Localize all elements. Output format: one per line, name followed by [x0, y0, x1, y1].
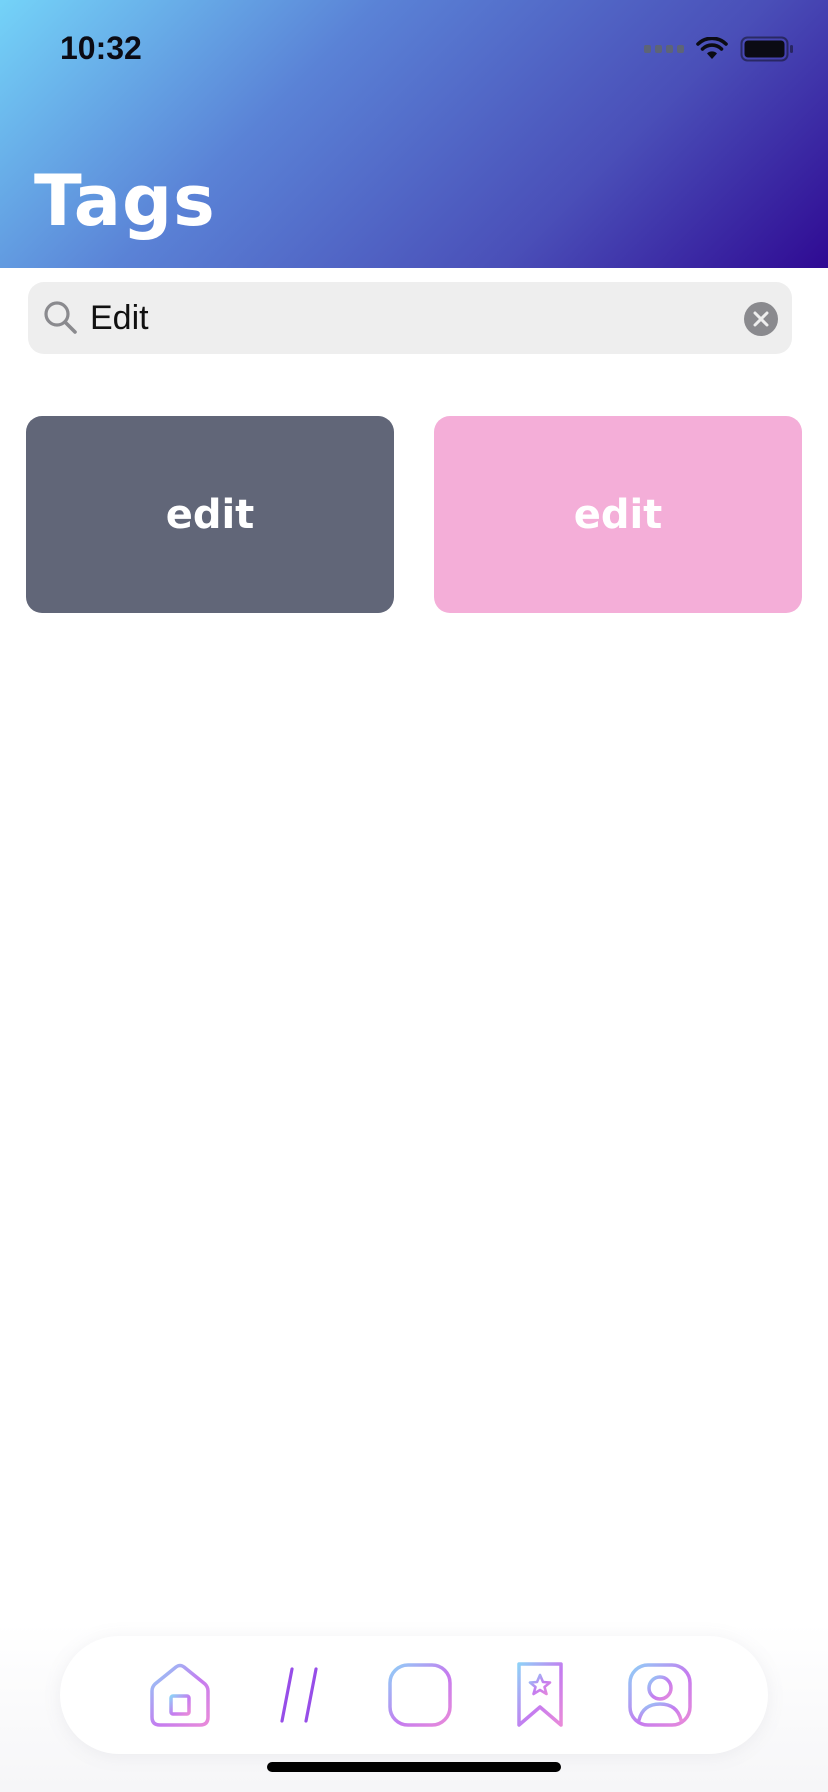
home-icon — [150, 1663, 210, 1727]
search-bar[interactable] — [28, 282, 792, 354]
tab-bar — [60, 1636, 768, 1754]
profile-icon — [628, 1663, 692, 1727]
bookmark-star-icon — [517, 1662, 563, 1727]
close-icon — [753, 311, 769, 327]
wifi-icon — [696, 37, 728, 59]
home-indicator — [267, 1762, 561, 1772]
search-icon — [44, 301, 77, 334]
battery-icon — [740, 36, 793, 62]
search-input[interactable] — [90, 282, 730, 354]
header: 10:32 Tags — [0, 0, 828, 268]
tab-home[interactable] — [140, 1655, 220, 1735]
tab-tags[interactable] — [260, 1655, 340, 1735]
tab-add[interactable] — [380, 1655, 460, 1735]
status-time: 10:32 — [60, 30, 142, 66]
add-icon — [388, 1663, 452, 1727]
tag-card[interactable]: edit — [26, 416, 394, 613]
clear-search-button[interactable] — [744, 302, 778, 336]
tag-label: edit — [573, 491, 663, 538]
tab-profile[interactable] — [620, 1655, 700, 1735]
status-icons — [644, 36, 794, 62]
tab-bookmarks[interactable] — [500, 1655, 580, 1735]
hashtag-icon — [269, 1667, 330, 1723]
cellular-signal-icon — [644, 45, 684, 53]
page-title: Tags — [34, 160, 216, 242]
tag-card[interactable]: edit — [434, 416, 802, 613]
tag-label: edit — [165, 491, 255, 538]
